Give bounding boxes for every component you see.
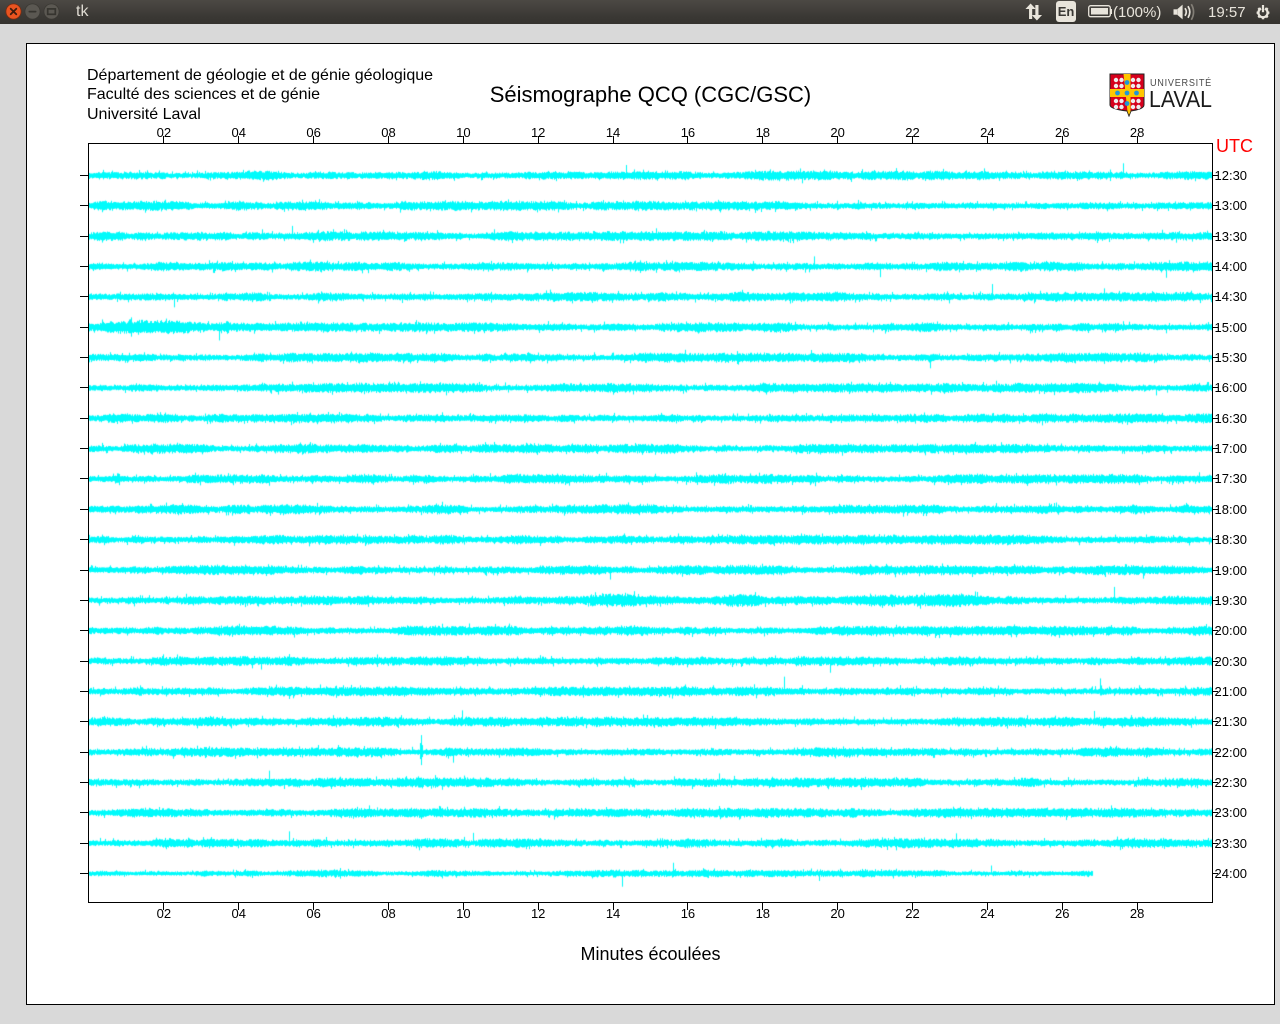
- svg-text:LAVAL: LAVAL: [1149, 86, 1212, 112]
